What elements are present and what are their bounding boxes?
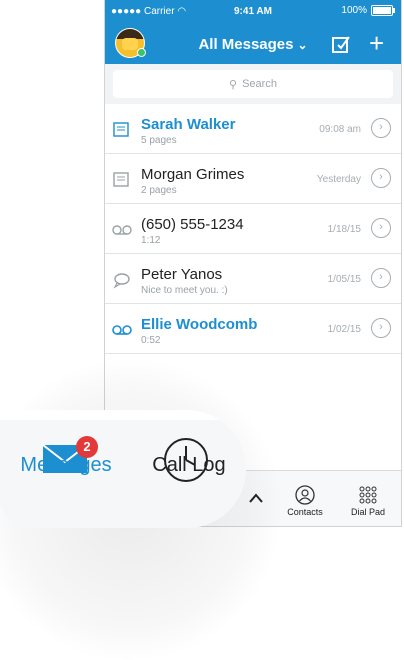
tab-dial-pad-label: Dial Pad [350, 507, 386, 517]
message-date: 09:08 am [319, 124, 361, 135]
mailbox-filter-dropdown[interactable]: All Messages ⌄ [105, 36, 401, 53]
search-placeholder: Search [242, 78, 277, 90]
contact-name: (650) 555-1234 [141, 216, 244, 233]
voicemail-icon [112, 225, 132, 235]
message-date: 1/02/15 [327, 324, 361, 335]
contact-name: Peter Yanos [141, 266, 223, 283]
message-date: Yesterday [316, 174, 361, 185]
fax-icon [113, 172, 129, 187]
search-icon: ⚲ [229, 78, 238, 91]
tab-contacts-label: Contacts [287, 507, 323, 517]
message-detail: 1:12 [141, 235, 161, 246]
battery-percent: 100% [341, 5, 367, 16]
contacts-icon [295, 485, 315, 505]
chevron-right-icon[interactable]: › [371, 168, 391, 188]
compose-icon[interactable] [331, 34, 351, 54]
chevron-up-icon[interactable] [236, 470, 276, 526]
page-title: All Messages [198, 36, 294, 53]
search-input[interactable]: ⚲ Search [113, 70, 393, 98]
fax-icon [113, 122, 129, 137]
chevron-right-icon[interactable]: › [371, 268, 391, 288]
voicemail-icon [112, 325, 132, 335]
message-row[interactable]: Peter Yanos Nice to meet you. :) 1/05/15… [105, 254, 401, 304]
message-date: 1/05/15 [327, 274, 361, 285]
contact-name: Sarah Walker [141, 116, 236, 133]
magnifier-content: 2 Messages Call Log [0, 410, 246, 528]
chevron-down-icon: ⌄ [297, 38, 308, 52]
message-detail: 0:52 [141, 335, 161, 346]
battery-icon [371, 5, 395, 16]
status-bar: ●●●●● Carrier ◠ 9:41 AM 100% [105, 0, 401, 22]
message-date: 1/18/15 [327, 224, 361, 235]
contact-name: Morgan Grimes [141, 166, 245, 183]
tab-messages[interactable]: Messages [16, 454, 116, 477]
chevron-right-icon[interactable]: › [371, 318, 391, 338]
tab-contacts[interactable]: Contacts [281, 485, 329, 517]
dial-pad-icon [359, 486, 377, 504]
chat-bubble-icon [113, 273, 130, 289]
battery-status: 100% [341, 5, 395, 16]
message-row[interactable]: Ellie Woodcomb 0:52 1/02/15 › [105, 304, 401, 354]
tab-call-log[interactable]: Call Log [140, 454, 238, 477]
search-bar: ⚲ Search [105, 64, 401, 104]
message-row[interactable]: Morgan Grimes 2 pages Yesterday › [105, 154, 401, 204]
message-row[interactable]: (650) 555-1234 1:12 1/18/15 › [105, 204, 401, 254]
message-row[interactable]: Sarah Walker 5 pages 09:08 am › [105, 104, 401, 154]
contact-name: Ellie Woodcomb [141, 316, 258, 333]
add-icon[interactable]: + [369, 30, 384, 56]
tab-dial-pad[interactable]: Dial Pad [341, 485, 395, 517]
chevron-right-icon[interactable]: › [371, 118, 391, 138]
message-detail: 2 pages [141, 185, 177, 196]
chevron-right-icon[interactable]: › [371, 218, 391, 238]
message-detail: 5 pages [141, 135, 177, 146]
message-detail: Nice to meet you. :) [141, 285, 228, 296]
app-header: ●●●●● Carrier ◠ 9:41 AM 100% All Message… [105, 0, 401, 64]
